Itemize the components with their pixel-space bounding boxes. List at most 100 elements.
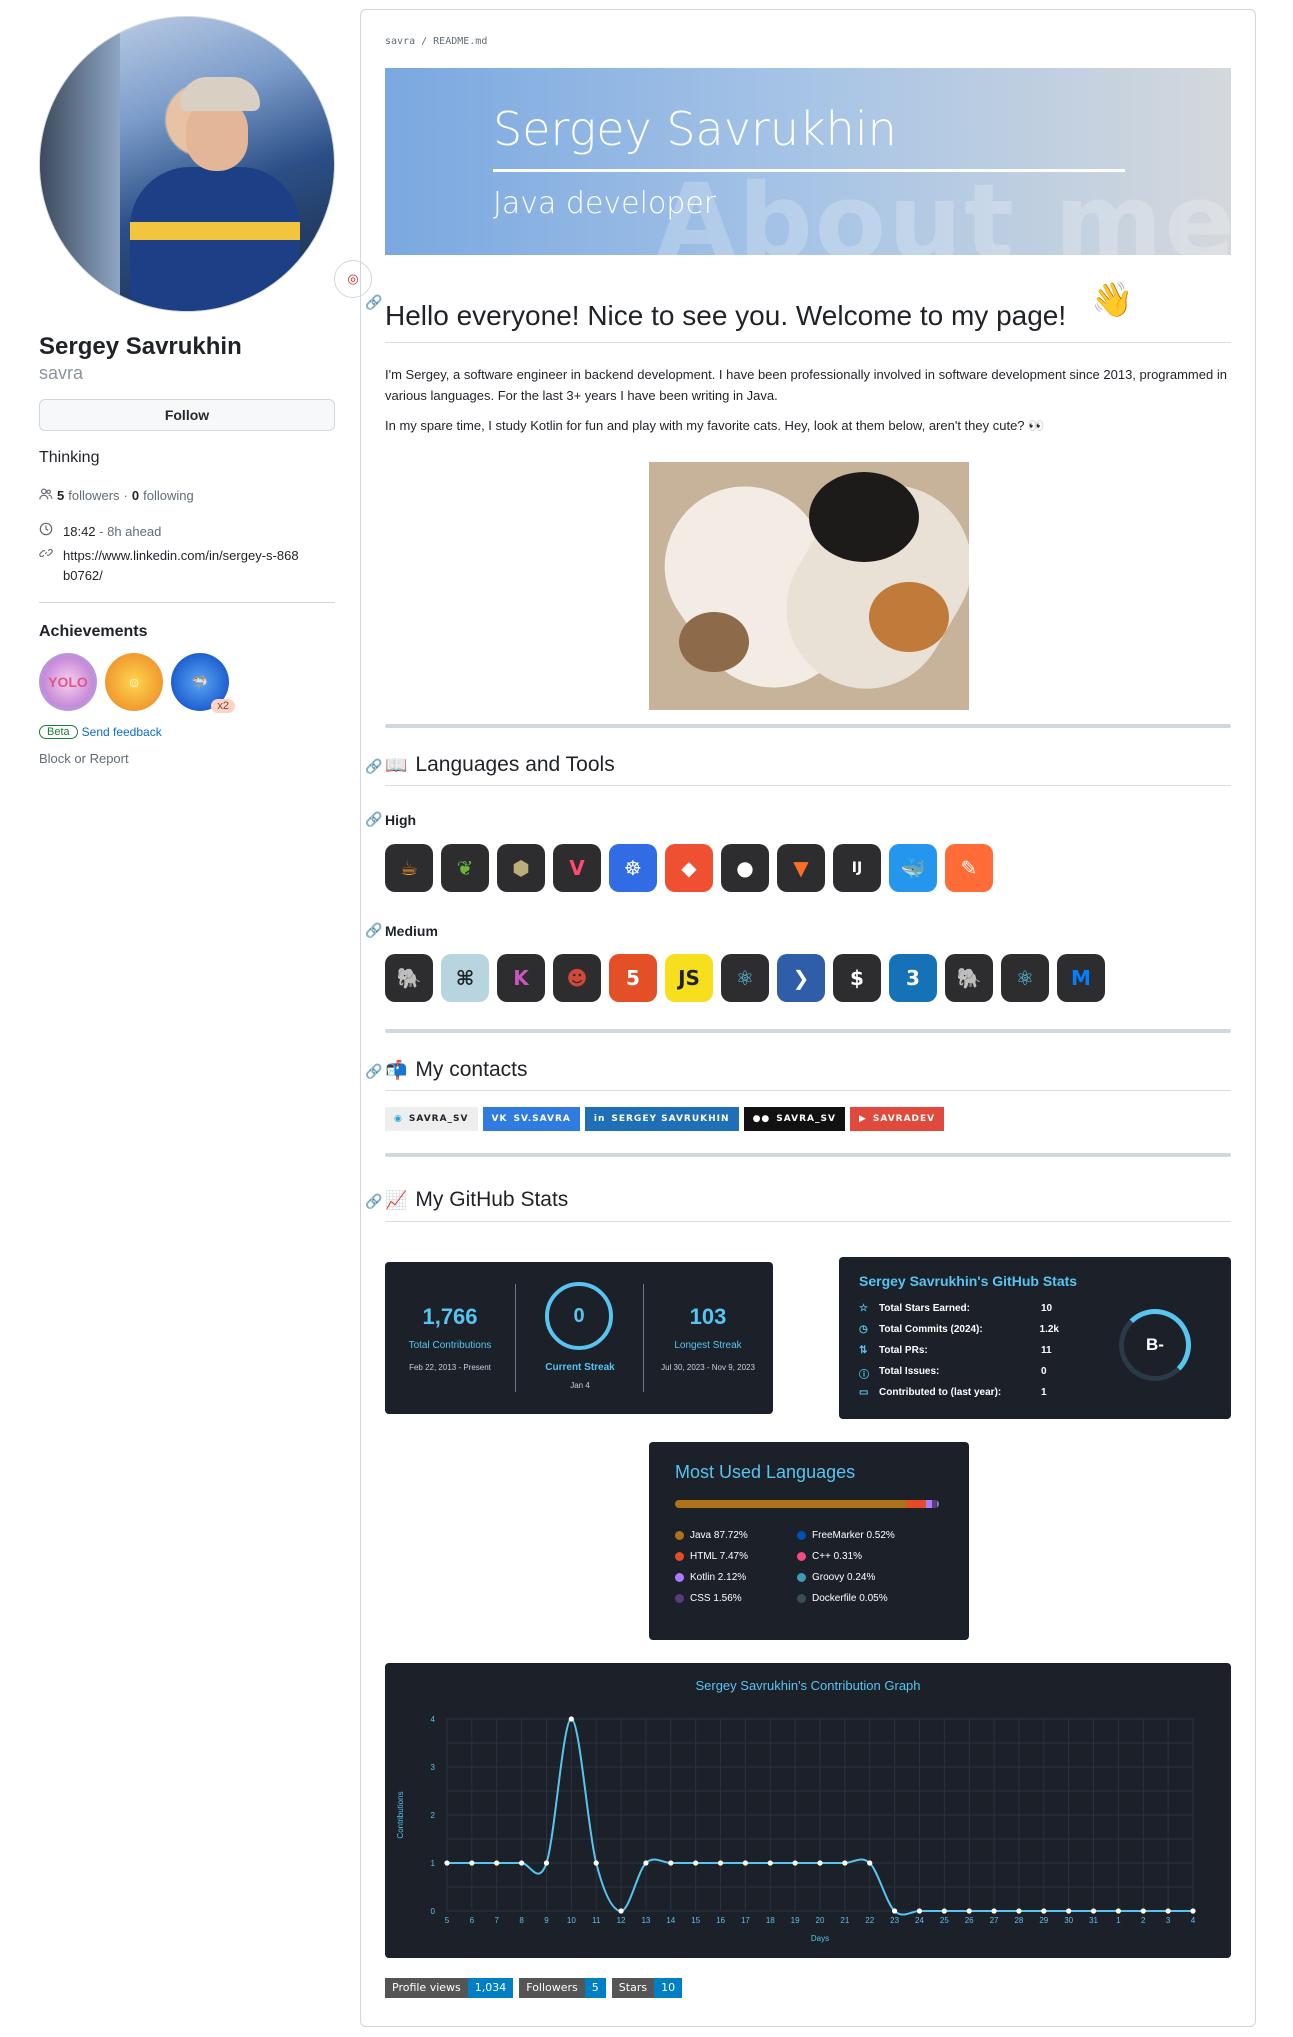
x-tick-label: 2: [1141, 1916, 1146, 1925]
contribution-graph: 012345 6 7 8 9 10 11 12 13 14 15 16 17 18 19 20 21 22 23 24…: [396, 1715, 1196, 1943]
kotlin-icon[interactable]: K: [497, 954, 545, 1002]
data-point: [543, 1860, 550, 1866]
x-tick-label: 4: [1191, 1916, 1196, 1925]
postman-icon[interactable]: ✎: [945, 844, 993, 892]
stars-badge[interactable]: Stars 10: [611, 1978, 683, 1998]
x-tick-label: 9: [544, 1916, 549, 1925]
language-label: CSS 1.56%: [690, 1593, 742, 1604]
followers-badge[interactable]: Followers 5: [519, 1978, 606, 1998]
language-label: FreeMarker 0.52%: [812, 1530, 895, 1541]
language-label: Kotlin 2.12%: [690, 1572, 747, 1583]
readme-banner: About me Sergey Savrukhin Java developer: [385, 68, 1231, 255]
send-feedback-link[interactable]: Send feedback: [82, 725, 162, 739]
spring-icon[interactable]: ❦: [441, 844, 489, 892]
css3-icon[interactable]: 3: [889, 954, 937, 1002]
data-point: [444, 1860, 450, 1866]
vaadin-icon[interactable]: V: [553, 844, 601, 892]
pull-shark-badge-icon[interactable]: 🦈 x2: [171, 653, 235, 713]
github-icon[interactable]: ●: [721, 844, 769, 892]
github-stats-card[interactable]: Sergey Savrukhin's GitHub Stats ☆ Total S…: [839, 1257, 1231, 1419]
react-icon[interactable]: ⚛: [721, 954, 769, 1002]
telegram-badge[interactable]: ◉ SAVRA_SV: [385, 1107, 478, 1131]
anchor-link-icon[interactable]: 🔗: [365, 758, 382, 775]
stat-row: ⓘ Total Issues: 0: [859, 1366, 1047, 1381]
docker-icon[interactable]: 🐳: [889, 844, 937, 892]
language-item: Dockerfile 0.05%: [797, 1593, 888, 1604]
language-color-dot: [797, 1594, 806, 1603]
vk-badge[interactable]: VK SV.SAVRA: [482, 1107, 580, 1131]
powershell-icon[interactable]: ❯: [777, 954, 825, 1002]
readme-path[interactable]: savra / README.md: [385, 36, 487, 47]
greeting-heading: Hello everyone! Nice to see you. Welcome…: [385, 300, 1067, 331]
profile-sidebar: ◎ Sergey Savrukhin savra Follow Thinking…: [39, 16, 372, 766]
jenkins-icon[interactable]: ☻: [553, 954, 601, 1002]
data-point: [916, 1908, 923, 1914]
linkedin-link[interactable]: https://www.linkedin.com/in/sergey-s-868…: [63, 546, 303, 586]
bash-icon[interactable]: $: [833, 954, 881, 1002]
postgresql-icon[interactable]: 🐘: [385, 954, 433, 1002]
followers-link[interactable]: followers: [68, 488, 119, 503]
x-tick-label: 16: [716, 1916, 725, 1925]
yolo-badge-icon[interactable]: YOLO: [39, 653, 97, 711]
anchor-link-icon[interactable]: 🔗: [365, 294, 382, 311]
kubernetes-icon[interactable]: ☸: [609, 844, 657, 892]
followers-count[interactable]: 5: [57, 488, 64, 503]
data-point: [593, 1860, 599, 1866]
gradle-icon[interactable]: 🐘: [945, 954, 993, 1002]
language-color-dot: [675, 1552, 684, 1561]
linkedin-badge[interactable]: in SERGEY SAVRUKHIN: [584, 1107, 739, 1131]
languages-card-title: Most Used Languages: [675, 1462, 856, 1482]
x-tick-label: 18: [766, 1916, 775, 1925]
medium-badge[interactable]: ●● SAVRA_SV: [743, 1107, 845, 1131]
block-report-link[interactable]: Block or Report: [39, 751, 335, 766]
language-color-dot: [675, 1594, 684, 1603]
time-offset: - 8h ahead: [99, 524, 162, 539]
x-tick-label: 28: [1014, 1916, 1023, 1925]
x-tick-label: 23: [890, 1916, 899, 1925]
total-contributions-range: Feb 22, 2013 - Present: [409, 1363, 491, 1372]
total-contributions: 1,766 Total Contributions Feb 22, 2013 -…: [385, 1304, 515, 1372]
divider: [39, 602, 335, 603]
x-tick-label: 1: [1116, 1916, 1121, 1925]
gitlab-icon[interactable]: ▼: [777, 844, 825, 892]
kafka-icon[interactable]: ⌘: [441, 954, 489, 1002]
total-contributions-value: 1,766: [422, 1304, 478, 1329]
intellij-icon[interactable]: IJ: [833, 844, 881, 892]
html5-icon[interactable]: 5: [609, 954, 657, 1002]
banner-rule: [493, 169, 1125, 172]
react-native-icon[interactable]: ⚛: [1001, 954, 1049, 1002]
profile-bio: Thinking: [39, 449, 100, 466]
material-ui-icon[interactable]: M: [1057, 954, 1105, 1002]
language-color-dot: [675, 1531, 684, 1540]
data-point: [792, 1860, 798, 1866]
hibernate-icon[interactable]: ⬢: [497, 844, 545, 892]
x-tick-label: 17: [741, 1916, 750, 1925]
git-icon[interactable]: ◆: [665, 844, 713, 892]
data-point: [519, 1860, 525, 1866]
language-label: HTML 7.47%: [690, 1551, 748, 1562]
following-count[interactable]: 0: [132, 488, 139, 503]
readme-panel: savra / README.md About me Sergey Savruk…: [360, 9, 1256, 2027]
x-tick-label: 20: [816, 1916, 825, 1925]
anchor-link-icon[interactable]: 🔗: [365, 1063, 382, 1080]
java-icon[interactable]: ☕: [385, 844, 433, 892]
issue-icon: ⓘ: [859, 1370, 869, 1381]
data-point: [1016, 1908, 1022, 1914]
anchor-link-icon[interactable]: 🔗: [365, 1193, 382, 1210]
anchor-link-icon[interactable]: 🔗: [365, 922, 382, 939]
streak-card[interactable]: 1,766 Total Contributions Feb 22, 2013 -…: [385, 1262, 773, 1414]
anchor-link-icon[interactable]: 🔗: [365, 811, 382, 828]
javascript-icon[interactable]: JS: [665, 954, 713, 1002]
profile-views-badge[interactable]: Profile views 1,034: [385, 1978, 514, 1998]
time-value: 18:42: [63, 524, 96, 539]
contribution-graph-card[interactable]: Sergey Savrukhin's Contribution Graph 01…: [385, 1663, 1231, 1958]
data-point: [1115, 1908, 1121, 1914]
quickdraw-badge-icon[interactable]: ☺: [105, 653, 163, 711]
avatar[interactable]: [39, 16, 335, 312]
medium-skill-icons: 🐘 ⌘ K ☻ 5 JS ⚛ ❯ $ 3 🐘 ⚛ M: [385, 954, 1105, 1002]
following-link[interactable]: following: [143, 488, 194, 503]
most-used-languages-card[interactable]: Most Used Languages Java 87.72% HTML 7.47…: [649, 1442, 969, 1640]
follow-button[interactable]: Follow: [39, 399, 335, 431]
youtube-badge[interactable]: ▶ SAVRADEV: [849, 1107, 945, 1131]
data-point: [767, 1860, 773, 1866]
